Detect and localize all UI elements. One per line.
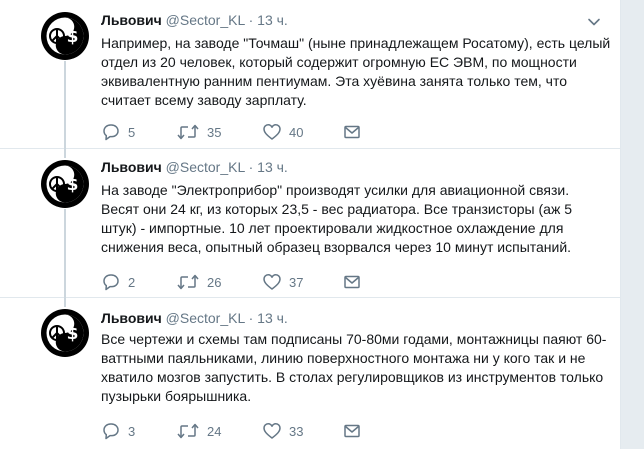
avatar[interactable] <box>41 12 89 60</box>
display-name[interactable]: Львович <box>101 159 162 175</box>
timestamp[interactable]: 13 ч. <box>257 12 288 28</box>
reply-count: 3 <box>128 423 136 439</box>
tweet-text: На заводе "Электроприбор" производят уси… <box>101 182 572 255</box>
retweet-count: 26 <box>207 274 222 290</box>
separator-dot: · <box>248 159 254 175</box>
thread-line <box>64 297 66 307</box>
like-count: 40 <box>289 124 304 140</box>
retweet-icon <box>177 274 199 290</box>
reply-icon <box>103 274 119 291</box>
tweet[interactable]: Львович @Sector_KL · 13 ч. Все чертежи и… <box>0 297 620 449</box>
like-count: 33 <box>289 423 304 439</box>
heart-icon <box>263 423 281 439</box>
user-handle[interactable]: @Sector_KL <box>166 159 245 175</box>
envelope-icon <box>344 275 360 289</box>
tweet-text: Например, на заводе "Точмаш" (ныне прина… <box>101 35 611 108</box>
like-button[interactable]: 37 <box>262 272 303 292</box>
retweet-count: 35 <box>207 124 222 140</box>
chevron-down-icon <box>588 18 600 26</box>
like-count: 37 <box>289 274 304 290</box>
user-handle[interactable]: @Sector_KL <box>166 12 245 28</box>
peace-dollar-avatar-icon <box>41 12 89 60</box>
more-options-button[interactable] <box>586 15 602 27</box>
direct-message-button[interactable] <box>342 122 362 142</box>
tweet[interactable]: Львович @Sector_KL · 13 ч. На заводе "Эл… <box>0 148 620 297</box>
envelope-icon <box>344 125 360 139</box>
page-background <box>621 0 644 449</box>
direct-message-button[interactable] <box>342 421 362 441</box>
retweet-button[interactable]: 26 <box>176 272 221 292</box>
timeline: Львович @Sector_KL · 13 ч. Например, на … <box>0 0 621 449</box>
display-name[interactable]: Львович <box>101 310 162 326</box>
reply-icon <box>103 423 119 440</box>
thread-line <box>64 209 66 297</box>
reply-count: 5 <box>128 124 136 140</box>
timestamp[interactable]: 13 ч. <box>257 159 288 175</box>
reply-button[interactable]: 3 <box>101 421 135 441</box>
retweet-icon <box>177 423 199 439</box>
tweet-header: Львович @Sector_KL · 13 ч. <box>101 158 288 176</box>
reply-button[interactable]: 2 <box>101 272 135 292</box>
tweet-header: Львович @Sector_KL · 13 ч. <box>101 11 288 29</box>
reply-count: 2 <box>128 274 136 290</box>
tweet[interactable]: Львович @Sector_KL · 13 ч. Например, на … <box>0 0 620 148</box>
thread-line <box>64 148 66 158</box>
direct-message-button[interactable] <box>342 272 362 292</box>
like-button[interactable]: 33 <box>262 421 303 441</box>
heart-icon <box>263 274 281 290</box>
timestamp[interactable]: 13 ч. <box>257 310 288 326</box>
retweet-button[interactable]: 35 <box>176 122 221 142</box>
tweet-text: Все чертежи и схемы там подписаны 70-80м… <box>101 331 607 404</box>
heart-icon <box>263 124 281 140</box>
user-handle[interactable]: @Sector_KL <box>166 310 245 326</box>
thread-line <box>64 61 66 148</box>
display-name[interactable]: Львович <box>101 12 162 28</box>
tweet-header: Львович @Sector_KL · 13 ч. <box>101 309 288 327</box>
reply-icon <box>103 124 119 141</box>
avatar[interactable] <box>41 160 89 208</box>
peace-dollar-avatar-icon <box>41 309 89 357</box>
reply-button[interactable]: 5 <box>101 122 135 142</box>
like-button[interactable]: 40 <box>262 122 303 142</box>
peace-dollar-avatar-icon <box>41 160 89 208</box>
envelope-icon <box>344 424 360 438</box>
separator-dot: · <box>248 310 254 326</box>
retweet-icon <box>177 124 199 140</box>
retweet-count: 24 <box>207 423 222 439</box>
avatar[interactable] <box>41 309 89 357</box>
retweet-button[interactable]: 24 <box>176 421 221 441</box>
separator-dot: · <box>248 12 254 28</box>
